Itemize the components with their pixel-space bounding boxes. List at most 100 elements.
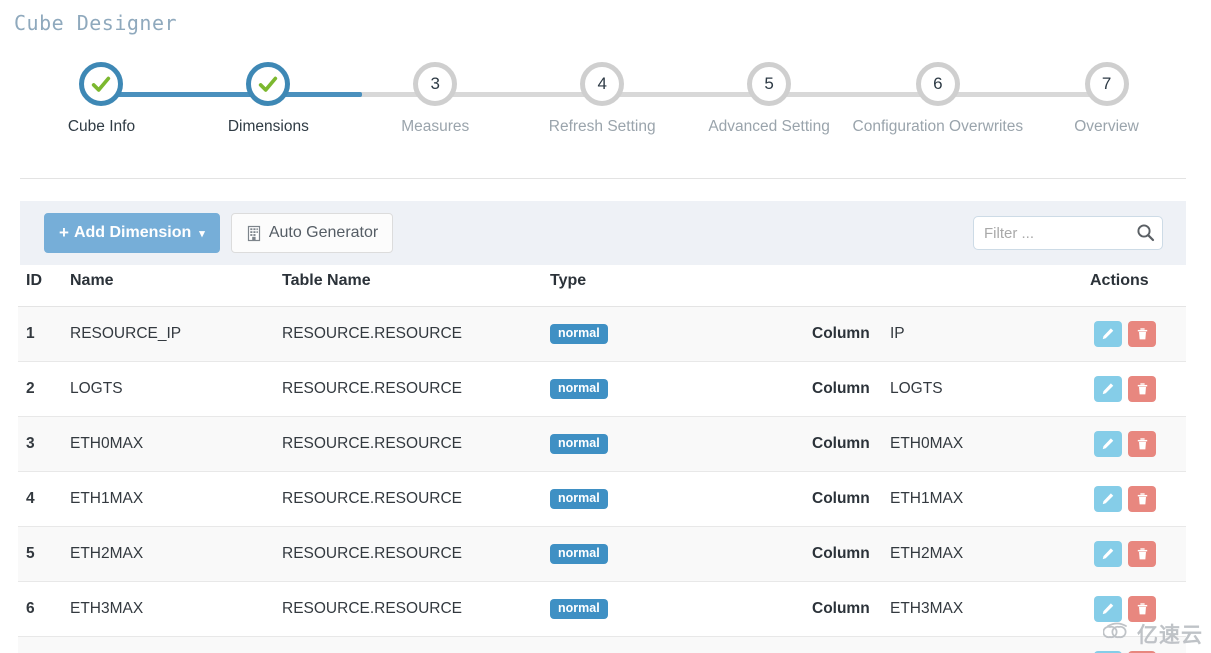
pencil-icon bbox=[1102, 328, 1114, 340]
cell-name: ETH3MAX bbox=[70, 581, 282, 637]
cell-type: normal Column IP bbox=[550, 306, 1090, 362]
auto-generator-button[interactable]: Auto Generator bbox=[230, 213, 394, 253]
stepper-items: Cube Info Dimensions 3 Measures 4 Refresh Set… bbox=[18, 62, 1190, 136]
table-row[interactable]: 2 LOGTS RESOURCE.RESOURCE normal Column LOGTS bbox=[18, 361, 1186, 417]
stepper-step-circle: 3 bbox=[413, 62, 458, 106]
cell-actions bbox=[1090, 416, 1186, 472]
cell-id: 5 bbox=[18, 526, 70, 582]
delete-row-button[interactable] bbox=[1128, 541, 1156, 567]
badge-slot: normal bbox=[550, 324, 812, 344]
edit-row-button[interactable] bbox=[1094, 431, 1122, 457]
cell-type: normalColumnUSESPACE bbox=[550, 636, 1090, 653]
cell-table-name: RESOURCE.RESOURCE bbox=[282, 306, 550, 362]
cell-id: 7 bbox=[18, 636, 70, 653]
stepper-step-number: 7 bbox=[1101, 74, 1112, 93]
cell-actions bbox=[1090, 361, 1186, 417]
cell-name: USESPACE bbox=[70, 636, 282, 653]
edit-row-button[interactable] bbox=[1094, 541, 1122, 567]
column-header-id[interactable]: ID bbox=[18, 272, 70, 307]
dimensions-toolbar: + Add Dimension ▾ Auto Generator Filter … bbox=[20, 201, 1186, 265]
pencil-icon bbox=[1102, 548, 1114, 560]
stepper-step-label: Advanced Setting bbox=[708, 118, 830, 135]
column-header-table-name[interactable]: Table Name bbox=[282, 272, 550, 307]
row-action-group bbox=[1090, 431, 1186, 457]
edit-row-button[interactable] bbox=[1094, 376, 1122, 402]
cell-actions bbox=[1090, 636, 1186, 653]
stepper-step-label: Overview bbox=[1074, 118, 1139, 135]
delete-row-button[interactable] bbox=[1128, 596, 1156, 622]
badge-slot: normal bbox=[550, 599, 812, 619]
edit-row-button[interactable] bbox=[1094, 321, 1122, 347]
trash-icon bbox=[1137, 548, 1147, 560]
table-body: 1 RESOURCE_IP RESOURCE.RESOURCE normal Colum… bbox=[18, 306, 1186, 653]
stepper-step-circle: 5 bbox=[747, 62, 792, 106]
cell-table-name: RESOURCE.RESOURCE bbox=[282, 416, 550, 472]
status-badge: normal bbox=[550, 379, 608, 399]
status-badge: normal bbox=[550, 544, 608, 564]
stepper-step-6[interactable]: 6 Configuration Overwrites bbox=[852, 62, 1024, 136]
table-row[interactable]: 6 ETH3MAX RESOURCE.RESOURCE normal Column ETH… bbox=[18, 581, 1186, 637]
row-action-group bbox=[1090, 486, 1186, 512]
filter-input[interactable] bbox=[973, 216, 1163, 250]
trash-icon bbox=[1137, 438, 1147, 450]
stepper-step-4[interactable]: 4 Refresh Setting bbox=[519, 62, 686, 136]
status-badge: normal bbox=[550, 489, 608, 509]
table-row[interactable]: 4 ETH1MAX RESOURCE.RESOURCE normal Column ETH… bbox=[18, 471, 1186, 527]
table-row[interactable]: 3 ETH0MAX RESOURCE.RESOURCE normal Column ETH… bbox=[18, 416, 1186, 472]
pencil-icon bbox=[1102, 383, 1114, 395]
stepper-step-number: 4 bbox=[597, 74, 607, 93]
stepper-step-circle: 4 bbox=[580, 62, 625, 106]
column-header-name[interactable]: Name bbox=[70, 272, 282, 307]
edit-row-button[interactable] bbox=[1094, 596, 1122, 622]
badge-slot: normal bbox=[550, 434, 812, 454]
stepper-step-circle: 6 bbox=[915, 62, 960, 106]
badge-slot: normal bbox=[550, 544, 812, 564]
cell-type: normal Column ETH2MAX bbox=[550, 526, 1090, 582]
table-row[interactable]: 7USESPACERESOURCE.RESOURCEnormalColumnUS… bbox=[18, 636, 1186, 653]
type-value: ETH2MAX bbox=[890, 545, 964, 562]
cell-table-name: RESOURCE.RESOURCE bbox=[282, 526, 550, 582]
type-cell-wrapper: normal Column IP bbox=[550, 324, 1090, 344]
table-row[interactable]: 1 RESOURCE_IP RESOURCE.RESOURCE normal Colum… bbox=[18, 306, 1186, 362]
cell-type: normal Column LOGTS bbox=[550, 361, 1090, 417]
type-kind-label: Column bbox=[812, 325, 870, 342]
stepper-step-1[interactable]: Cube Info bbox=[18, 62, 185, 136]
row-action-group bbox=[1090, 596, 1186, 622]
edit-row-button[interactable] bbox=[1094, 486, 1122, 512]
cell-type: normal Column ETH3MAX bbox=[550, 581, 1090, 637]
delete-row-button[interactable] bbox=[1128, 431, 1156, 457]
cell-name: ETH2MAX bbox=[70, 526, 282, 582]
table-row[interactable]: 5 ETH2MAX RESOURCE.RESOURCE normal Column ETH… bbox=[18, 526, 1186, 582]
type-value: IP bbox=[890, 325, 905, 342]
check-icon bbox=[259, 76, 278, 92]
delete-row-button[interactable] bbox=[1128, 376, 1156, 402]
stepper-step-label: Configuration Overwrites bbox=[852, 118, 1024, 135]
stepper-step-number: 3 bbox=[430, 74, 440, 93]
type-cell-wrapper: normal Column ETH3MAX bbox=[550, 599, 1090, 619]
filter-field-wrapper bbox=[973, 216, 1163, 250]
stepper-step-5[interactable]: 5 Advanced Setting bbox=[686, 62, 853, 136]
cell-name: ETH1MAX bbox=[70, 471, 282, 527]
plus-icon: + bbox=[59, 223, 69, 242]
cell-id: 1 bbox=[18, 306, 70, 362]
stepper-step-7[interactable]: 7 Overview bbox=[1023, 62, 1190, 136]
stepper-step-3[interactable]: 3 Measures bbox=[352, 62, 519, 136]
type-cell-wrapper: normal Column ETH1MAX bbox=[550, 489, 1090, 509]
status-badge: normal bbox=[550, 599, 608, 619]
delete-row-button[interactable] bbox=[1128, 486, 1156, 512]
cell-id: 2 bbox=[18, 361, 70, 417]
add-dimension-button[interactable]: + Add Dimension ▾ bbox=[44, 213, 220, 253]
wizard-stepper: Cube Info Dimensions 3 Measures 4 Refresh Set… bbox=[18, 62, 1190, 154]
delete-row-button[interactable] bbox=[1128, 321, 1156, 347]
cube-designer-page: Cube Designer Cube Info Dimensions 3 Measur… bbox=[0, 0, 1211, 653]
stepper-step-2[interactable]: Dimensions bbox=[185, 62, 352, 136]
type-kind-label: Column bbox=[812, 600, 870, 617]
stepper-step-circle bbox=[246, 62, 291, 106]
type-cell-wrapper: normal Column ETH2MAX bbox=[550, 544, 1090, 564]
pencil-icon bbox=[1102, 603, 1114, 615]
badge-slot: normal bbox=[550, 379, 812, 399]
column-header-type[interactable]: Type bbox=[550, 272, 1090, 307]
cell-actions bbox=[1090, 306, 1186, 362]
type-kind-label: Column bbox=[812, 545, 870, 562]
trash-icon bbox=[1137, 493, 1147, 505]
